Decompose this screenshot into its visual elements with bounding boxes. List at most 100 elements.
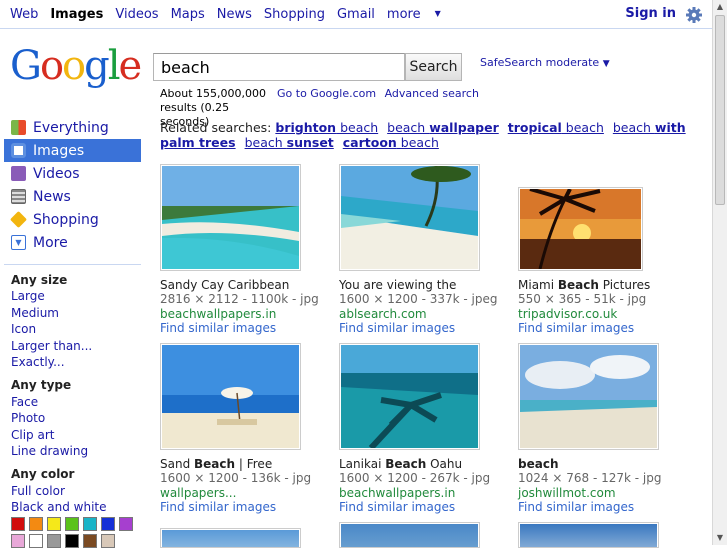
result-title[interactable]: Lanikai Beach Oahu <box>339 457 509 472</box>
result-meta: 2816 × 2112 - 1100k - jpg <box>160 292 319 307</box>
leftnav-images[interactable]: Images <box>4 139 141 162</box>
find-similar-link[interactable]: Find similar images <box>518 500 688 515</box>
vertical-scrollbar[interactable]: ▲ ▼ <box>712 0 727 545</box>
leftnav-label: Videos <box>33 165 80 182</box>
result-title[interactable]: beach <box>518 457 688 472</box>
color-swatch[interactable] <box>65 534 79 548</box>
result-url[interactable]: beachwallpapers.in <box>339 486 509 501</box>
leftnav-label: News <box>33 188 71 205</box>
leftnav-news[interactable]: News <box>4 185 141 208</box>
related-link[interactable]: tropical beach <box>508 120 604 135</box>
film-icon <box>11 166 26 181</box>
leftnav-more[interactable]: ▼ More <box>4 231 141 254</box>
result-meta: 1600 × 1200 - 136k - jpg <box>160 471 312 486</box>
color-swatch[interactable] <box>11 534 25 548</box>
color-swatch[interactable] <box>119 517 133 531</box>
color-header[interactable]: Any color <box>11 466 141 482</box>
size-option[interactable]: Medium <box>11 305 141 321</box>
goto-google-link[interactable]: Go to Google.com <box>277 87 376 100</box>
result-url[interactable]: ablsearch.com <box>339 307 509 322</box>
image-thumbnail[interactable] <box>518 343 659 450</box>
topnav-more-label: more <box>386 7 421 22</box>
sign-in-link[interactable]: Sign in <box>625 6 676 21</box>
image-thumbnail[interactable] <box>339 522 480 548</box>
result-url[interactable]: joshwillmot.com <box>518 486 688 501</box>
result-url[interactable]: wallpapers... <box>160 486 330 501</box>
advanced-search-link[interactable]: Advanced search <box>385 87 479 100</box>
search-button[interactable]: Search <box>405 53 462 81</box>
safesearch-dropdown[interactable]: SafeSearch moderate ▼ <box>480 56 610 69</box>
find-similar-link[interactable]: Find similar images <box>339 500 509 515</box>
topnav-news[interactable]: News <box>217 7 252 22</box>
type-header[interactable]: Any type <box>11 377 141 393</box>
related-link[interactable]: brighton beach <box>275 120 378 135</box>
size-option[interactable]: Larger than... <box>11 338 141 354</box>
topnav-gmail[interactable]: Gmail <box>337 7 375 22</box>
related-link[interactable]: cartoon beach <box>343 135 439 150</box>
color-option[interactable]: Black and white <box>11 499 141 515</box>
image-thumbnail[interactable] <box>518 187 643 271</box>
type-option[interactable]: Photo <box>11 410 141 426</box>
leftnav-label: Everything <box>33 119 109 136</box>
color-swatch[interactable] <box>29 517 43 531</box>
topnav-more[interactable]: more ▼ <box>387 7 453 22</box>
color-swatch[interactable] <box>47 534 61 548</box>
top-nav: Web Images Videos Maps News Shopping Gma… <box>10 7 465 22</box>
result-url[interactable]: tripadvisor.co.uk <box>518 307 688 322</box>
search-input[interactable] <box>153 53 405 81</box>
type-option[interactable]: Clip art <box>11 427 141 443</box>
topnav-maps[interactable]: Maps <box>171 7 205 22</box>
result-title[interactable]: Sand Beach | Free <box>160 457 330 472</box>
type-option[interactable]: Line drawing <box>11 443 141 459</box>
color-swatch[interactable] <box>11 517 25 531</box>
google-logo[interactable]: Google <box>10 40 142 92</box>
size-option[interactable]: Icon <box>11 321 141 337</box>
color-swatch[interactable] <box>101 534 115 548</box>
topnav-videos[interactable]: Videos <box>115 7 158 22</box>
result-meta: 1024 × 768 - 127k - jpg <box>518 471 662 486</box>
scroll-up-icon[interactable]: ▲ <box>713 0 727 14</box>
size-header[interactable]: Any size <box>11 272 141 288</box>
camera-icon <box>11 143 26 158</box>
color-swatch[interactable] <box>83 517 97 531</box>
color-swatch[interactable] <box>29 534 43 548</box>
scrollbar-thumb[interactable] <box>715 15 725 205</box>
find-similar-link[interactable]: Find similar images <box>518 321 688 336</box>
result-title[interactable]: You are viewing the <box>339 278 509 293</box>
result-url[interactable]: beachwallpapers.in <box>160 307 330 322</box>
color-swatch[interactable] <box>65 517 79 531</box>
color-swatch[interactable] <box>47 517 61 531</box>
result-title[interactable]: Sandy Cay Caribbean <box>160 278 330 293</box>
leftnav-everything[interactable]: Everything <box>4 116 141 139</box>
image-thumbnail[interactable] <box>160 343 301 450</box>
image-thumbnail[interactable] <box>339 164 480 271</box>
color-swatch[interactable] <box>83 534 97 548</box>
size-option[interactable]: Exactly... <box>11 354 141 370</box>
chevron-down-icon: ▼ <box>11 235 26 250</box>
image-result: Miami Beach Pictures 550 × 365 - 51k - j… <box>518 187 688 336</box>
result-meta: 1600 × 1200 - 337k - jpeg <box>339 292 498 307</box>
type-option[interactable]: Face <box>11 394 141 410</box>
image-result: Sand Beach | Free 1600 × 1200 - 136k - j… <box>160 343 330 515</box>
scroll-down-icon[interactable]: ▼ <box>713 531 727 545</box>
leftnav-label: Images <box>33 142 85 159</box>
leftnav-shopping[interactable]: Shopping <box>4 208 141 231</box>
related-link[interactable]: beach wallpaper <box>387 120 499 135</box>
image-thumbnail[interactable] <box>518 522 659 548</box>
find-similar-link[interactable]: Find similar images <box>339 321 509 336</box>
related-link[interactable]: beach sunset <box>245 135 334 150</box>
image-thumbnail[interactable] <box>339 343 480 450</box>
find-similar-link[interactable]: Find similar images <box>160 500 330 515</box>
gear-icon[interactable] <box>684 5 704 25</box>
topnav-shopping[interactable]: Shopping <box>264 7 325 22</box>
leftnav-videos[interactable]: Videos <box>4 162 141 185</box>
topnav-web[interactable]: Web <box>10 7 38 22</box>
color-option[interactable]: Full color <box>11 483 141 499</box>
find-similar-link[interactable]: Find similar images <box>160 321 330 336</box>
topnav-images[interactable]: Images <box>50 7 103 22</box>
image-thumbnail[interactable] <box>160 528 301 548</box>
size-option[interactable]: Large <box>11 288 141 304</box>
color-swatch[interactable] <box>101 517 115 531</box>
image-thumbnail[interactable] <box>160 164 301 271</box>
result-title[interactable]: Miami Beach Pictures <box>518 278 688 293</box>
